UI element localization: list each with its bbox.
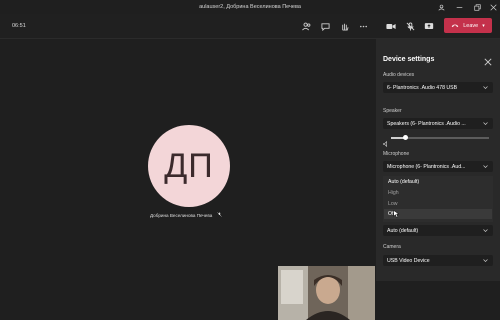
microphone-label: Microphone <box>383 151 410 157</box>
audio-devices-label: Audio devices <box>383 72 415 78</box>
dropdown-option-auto[interactable]: Auto (default) <box>388 179 419 185</box>
participant-name: Добрина Веселинова Печева <box>150 213 213 218</box>
chat-icon[interactable] <box>318 19 332 33</box>
participant-name-row: Добрина Веселинова Печева <box>150 212 222 218</box>
speaker-select[interactable]: Speakers (6- Plantronics .Audio ... <box>383 118 493 129</box>
phone-hangup-icon <box>451 24 459 28</box>
speaker-label: Speaker <box>383 108 402 114</box>
speaker-volume-icon <box>383 134 389 152</box>
close-window-icon[interactable] <box>486 0 500 14</box>
share-screen-icon[interactable] <box>422 19 436 33</box>
device-settings-panel: Device settings Audio devices 6- Plantro… <box>376 39 500 281</box>
audio-device-select[interactable]: 6- Plantronics .Audio 478 USB <box>383 82 493 93</box>
noise-suppression-value: Auto (default) <box>387 227 419 234</box>
chevron-down-icon <box>483 165 488 168</box>
dropdown-option-high[interactable]: High <box>388 190 399 196</box>
panel-title: Device settings <box>383 56 435 63</box>
audio-device-value: 6- Plantronics .Audio 478 USB <box>387 84 458 91</box>
mouse-cursor-icon <box>393 210 399 218</box>
call-timer: 06:51 <box>12 23 26 29</box>
camera-icon[interactable] <box>384 19 398 33</box>
leave-label: Leave <box>463 22 479 29</box>
title-bar: aulauser2, Добрина Веселинова Печева <box>0 0 500 14</box>
self-video-preview[interactable] <box>278 266 375 320</box>
participants-icon[interactable] <box>299 19 313 33</box>
chevron-down-icon <box>483 122 488 125</box>
speaker-volume-thumb[interactable] <box>403 135 409 140</box>
participant-avatar: ДП <box>148 125 230 207</box>
more-options-icon[interactable] <box>356 19 370 33</box>
window-title: aulauser2, Добрина Веселинова Печева <box>199 4 301 10</box>
speaker-value: Speakers (6- Plantronics .Audio ... <box>387 120 466 127</box>
speaker-volume-slider[interactable] <box>391 135 489 140</box>
camera-label: Camera <box>383 244 401 250</box>
noise-suppression-select[interactable]: Auto (default) <box>383 225 493 236</box>
chevron-down-icon[interactable]: ▾ <box>482 23 485 29</box>
mic-muted-icon[interactable] <box>403 19 417 33</box>
mic-muted-small-icon <box>216 212 222 218</box>
close-icon[interactable] <box>484 53 494 66</box>
camera-value: USB Video Device <box>387 257 430 264</box>
chevron-down-icon <box>483 229 488 232</box>
chevron-down-icon <box>483 259 488 262</box>
dropdown-option-off-row[interactable]: Off <box>384 209 492 219</box>
minimize-icon[interactable] <box>452 0 466 14</box>
participant-initials: ДП <box>164 146 214 185</box>
chevron-down-icon <box>483 86 488 89</box>
raise-hand-icon[interactable] <box>337 19 351 33</box>
restore-icon[interactable] <box>470 0 484 14</box>
meeting-toolbar: 06:51 Leave ▾ <box>0 14 500 39</box>
meeting-stage: ДП Добрина Веселинова Печева <box>0 39 375 320</box>
leave-button[interactable]: Leave ▾ <box>444 18 492 33</box>
microphone-value: Microphone (6- Plantronics .Aud... <box>387 163 466 170</box>
noise-suppression-dropdown: Auto (default) High Low Off <box>383 176 493 222</box>
camera-select[interactable]: USB Video Device <box>383 255 493 266</box>
profile-icon[interactable] <box>434 0 448 14</box>
dropdown-option-low[interactable]: Low <box>388 201 398 207</box>
microphone-select[interactable]: Microphone (6- Plantronics .Aud... <box>383 161 493 172</box>
self-video-frame <box>278 266 375 320</box>
